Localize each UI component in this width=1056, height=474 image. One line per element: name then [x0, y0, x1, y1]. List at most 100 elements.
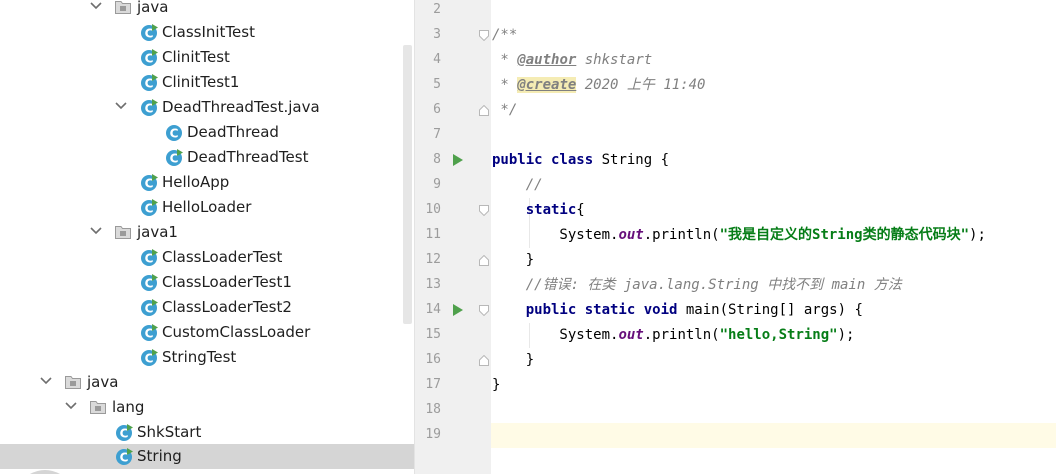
tree-partial-row	[30, 470, 60, 474]
code-text: .println(	[643, 227, 720, 243]
tree-item-label: java	[87, 373, 119, 391]
tree-item-label: java1	[137, 223, 178, 241]
line-number: 8	[433, 152, 441, 167]
tree-item-label: java	[137, 0, 169, 16]
code-line-15: System.out.println("hello,String");	[492, 323, 854, 348]
keyword: static	[492, 202, 577, 218]
code-line-13: //错误: 在类 java.lang.String 中找不到 main 方法	[492, 277, 902, 293]
tree-item-label: String	[137, 447, 182, 465]
java-class-icon: C	[140, 23, 159, 42]
tree-item-label: DeadThreadTest	[187, 148, 309, 166]
fold-marker-icon[interactable]	[479, 255, 489, 266]
doc-text: *	[492, 52, 518, 68]
string-literal: "hello,String"	[719, 327, 838, 343]
java-class-icon: C	[140, 73, 159, 92]
code-text: );	[969, 227, 986, 243]
tree-item-helloapp[interactable]: C HelloApp	[0, 170, 402, 195]
tree-item-java[interactable]: java	[0, 0, 402, 20]
tree-item-label: ClinitTest	[162, 48, 230, 66]
package-folder-icon	[90, 400, 106, 414]
tree-item-label: ClassLoaderTest	[162, 248, 283, 266]
chevron-down-icon[interactable]	[40, 375, 52, 387]
java-class-icon: C	[165, 148, 184, 167]
doc-text: shkstart	[576, 52, 653, 68]
code-line-16: }	[492, 352, 535, 368]
code-text: String {	[593, 152, 670, 168]
tree-item-lang[interactable]: lang	[0, 395, 402, 420]
tree-item-shkstart[interactable]: C ShkStart	[0, 420, 402, 445]
fold-marker-icon[interactable]	[479, 355, 489, 366]
gutter-line: 9	[415, 173, 491, 198]
tree-item-java1[interactable]: java1	[0, 220, 402, 245]
tree-item-java-root[interactable]: java	[0, 370, 402, 395]
tree-item-string[interactable]: C String	[0, 444, 414, 469]
gutter-line: 4	[415, 48, 491, 73]
static-field: out	[618, 327, 644, 343]
tree-item-clinittest[interactable]: C ClinitTest	[0, 45, 402, 70]
tree-item-stringtest[interactable]: C StringTest	[0, 345, 402, 370]
fold-marker-icon[interactable]	[479, 305, 489, 316]
tree-item-label: HelloApp	[162, 173, 230, 191]
code-text: );	[837, 327, 855, 343]
java-class-icon: C	[165, 123, 184, 142]
tree-item-label: ClinitTest1	[162, 73, 240, 91]
tree-item-deadthread[interactable]: C DeadThread	[0, 120, 402, 145]
chevron-down-icon[interactable]	[90, 0, 102, 12]
code-text: System.	[492, 227, 619, 243]
java-class-icon: C	[140, 98, 159, 117]
tree-item-label: ClassLoaderTest1	[162, 273, 292, 291]
tree-item-customclassloader[interactable]: C CustomClassLoader	[0, 320, 402, 345]
gutter-line: 19	[415, 423, 491, 448]
fold-marker-icon[interactable]	[479, 105, 489, 116]
tree-item-classinittest[interactable]: C ClassInitTest	[0, 20, 402, 45]
line-number: 18	[425, 402, 441, 417]
tree-item-label: lang	[112, 398, 145, 416]
line-number: 10	[425, 202, 441, 217]
line-number: 6	[433, 102, 441, 117]
run-gutter-icon[interactable]	[453, 154, 463, 166]
gutter-line: 11	[415, 223, 491, 248]
chevron-down-icon[interactable]	[65, 400, 77, 412]
gutter-line: 8	[415, 148, 491, 173]
package-folder-icon	[115, 225, 131, 239]
code-text: main(String[] args) {	[677, 302, 863, 318]
java-class-icon: C	[140, 248, 159, 267]
gutter-line: 14	[415, 298, 491, 323]
chevron-down-icon[interactable]	[115, 100, 127, 112]
gutter-line: 18	[415, 398, 491, 423]
gutter-line: 17	[415, 373, 491, 398]
code-line-4: * @author shkstart	[492, 48, 652, 73]
line-number: 19	[425, 427, 441, 442]
gutter-line: 3	[415, 23, 491, 48]
code-text: {	[576, 202, 585, 218]
tree-item-classloadertest2[interactable]: C ClassLoaderTest2	[0, 295, 402, 320]
chevron-down-icon[interactable]	[90, 225, 102, 237]
fold-marker-icon[interactable]	[479, 205, 489, 216]
java-class-icon: C	[115, 447, 134, 466]
java-class-icon: C	[140, 323, 159, 342]
svg-text:C: C	[170, 127, 179, 141]
gutter-line: 13	[415, 273, 491, 298]
gutter-line: 6	[415, 98, 491, 123]
code-line-5: * @create 2020 上午 11:40	[492, 73, 705, 98]
tree-item-classloadertest1[interactable]: C ClassLoaderTest1	[0, 270, 402, 295]
code-text: System.	[492, 327, 619, 343]
fold-marker-icon[interactable]	[479, 30, 489, 41]
tree-item-clinittest1[interactable]: C ClinitTest1	[0, 70, 402, 95]
package-folder-icon	[65, 375, 81, 389]
keyword: public static void	[492, 302, 678, 318]
tree-item-helloloader[interactable]: C HelloLoader	[0, 195, 402, 220]
java-class-icon: C	[140, 273, 159, 292]
tree-item-deadthreadtest-java[interactable]: C DeadThreadTest.java	[0, 95, 402, 120]
line-number: 9	[433, 177, 441, 192]
code-line-17: }	[492, 377, 501, 393]
run-gutter-icon[interactable]	[453, 304, 463, 316]
tree-item-deadthreadtest[interactable]: C DeadThreadTest	[0, 145, 402, 170]
tree-item-classloadertest[interactable]: C ClassLoaderTest	[0, 245, 402, 270]
gutter-line: 15	[415, 323, 491, 348]
gutter-line: 16	[415, 348, 491, 373]
gutter-line: 7	[415, 123, 491, 148]
line-number: 11	[425, 227, 441, 242]
line-number: 5	[433, 77, 441, 92]
line-number: 16	[425, 352, 441, 367]
